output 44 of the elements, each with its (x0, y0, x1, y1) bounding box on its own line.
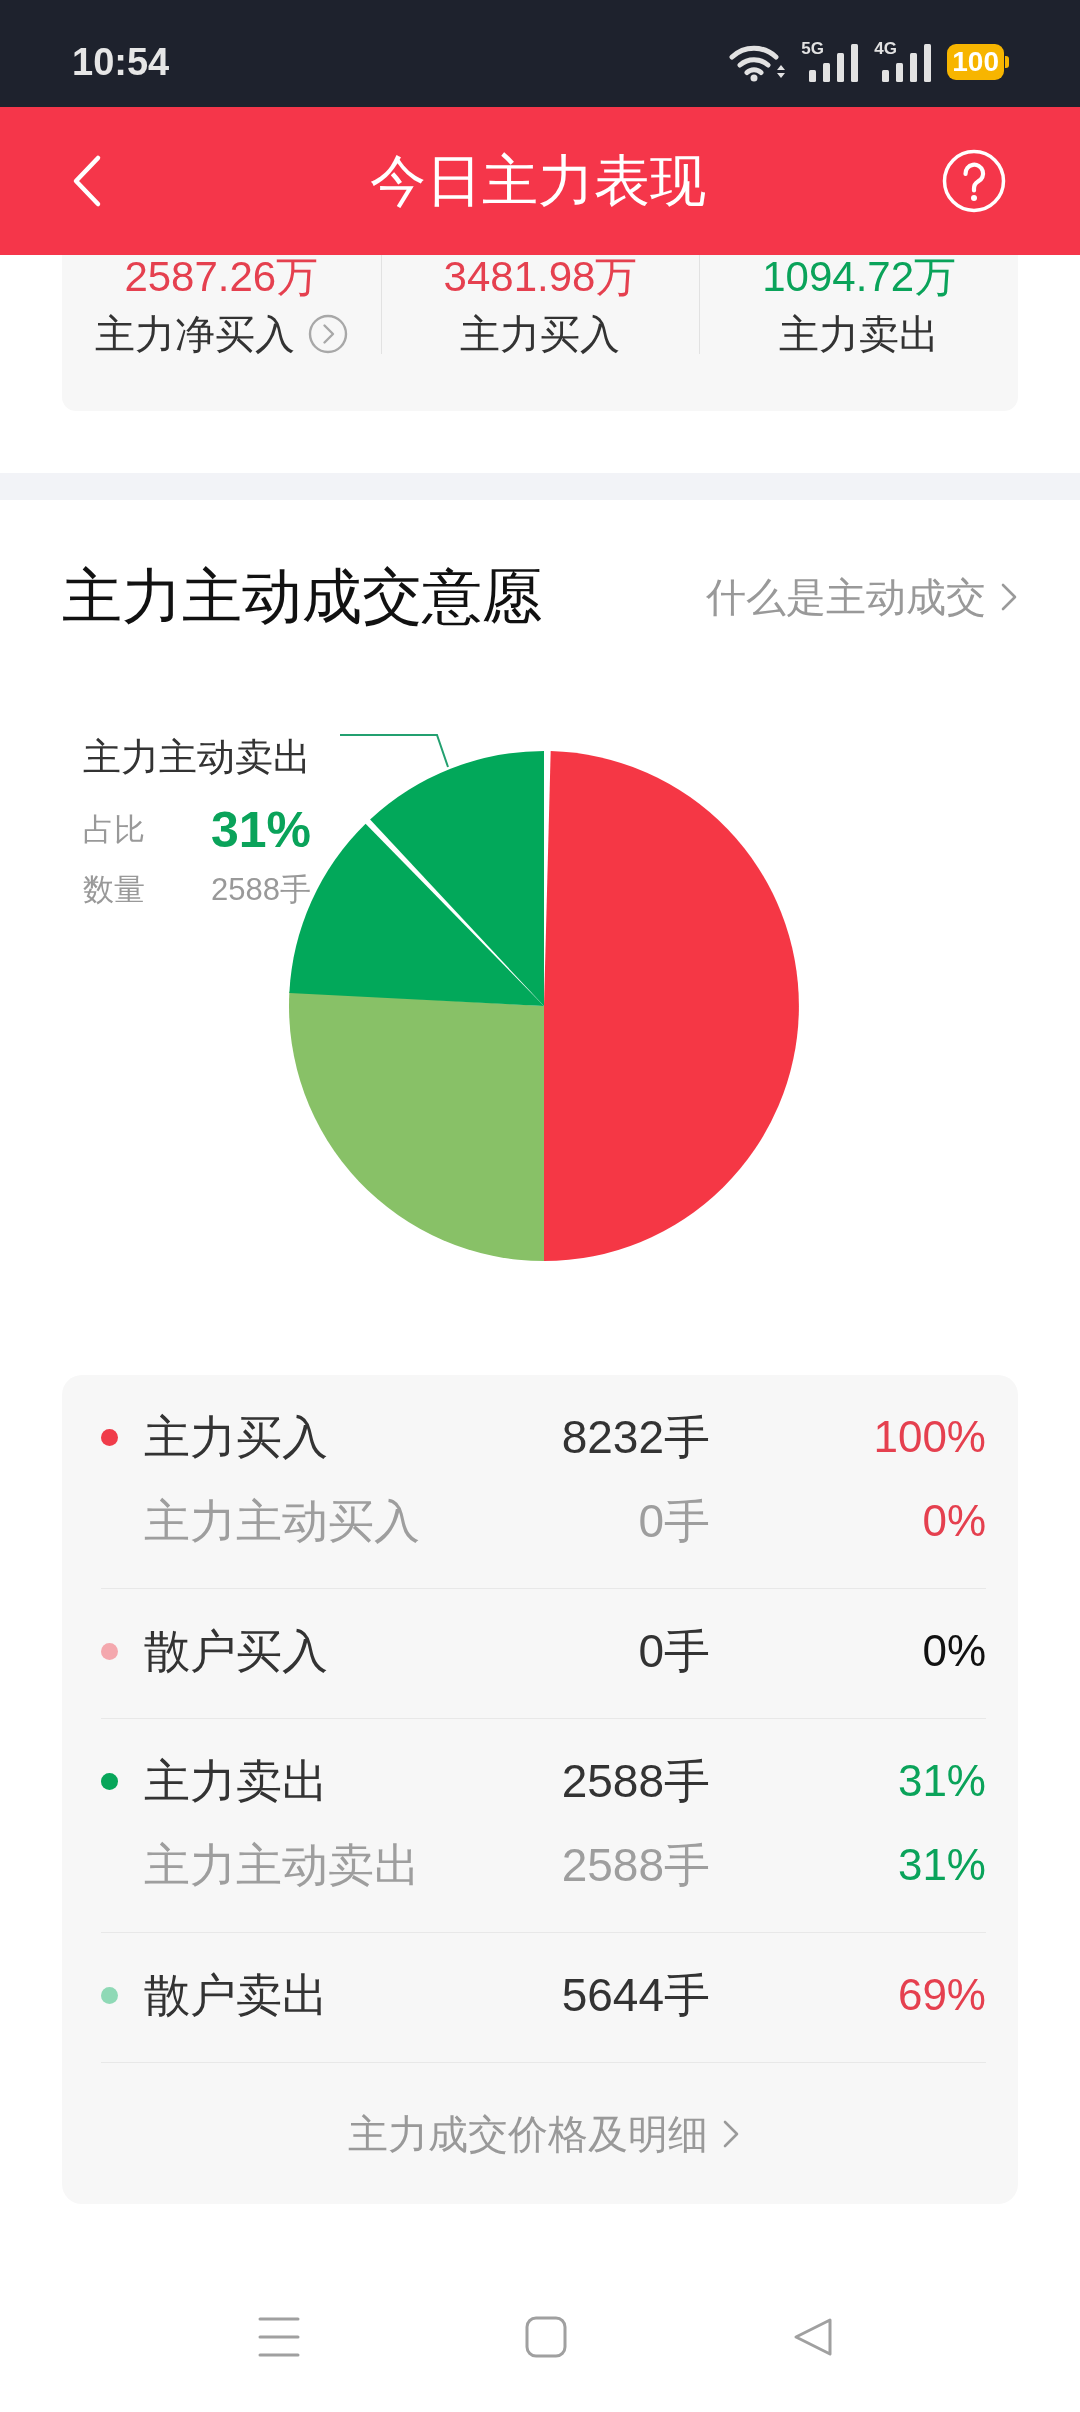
row-label: 散户买入 (144, 1624, 329, 1679)
percent-value: 0% (922, 1495, 986, 1547)
row-label: 散户卖出 (144, 1968, 329, 2023)
explanation-link[interactable]: 什么是主动成交 (706, 574, 1018, 620)
section-title: 主力主动成交意愿 (62, 567, 542, 627)
share-value: 31% (210, 802, 311, 858)
row-label: 主力卖出 (144, 1754, 329, 1809)
percent-value: 69% (897, 1969, 986, 2021)
battery-indicator: 100 (947, 43, 1009, 80)
menu-icon[interactable] (258, 2316, 300, 2358)
amount-label: 数量 (83, 871, 146, 909)
network-type-label: 4G (874, 38, 897, 58)
volume-value: 5644手 (561, 1968, 710, 2023)
percent-value: 0% (922, 1625, 986, 1677)
chevron-right-icon[interactable] (721, 2118, 740, 2149)
percent-value: 100% (873, 1411, 986, 1463)
page-title: 今日主力表现 (370, 149, 706, 213)
row-label: 主力主动卖出 (144, 1838, 421, 1893)
clock-time: 10:54 (72, 41, 170, 82)
chevron-circle-icon[interactable] (307, 314, 348, 354)
chevron-right-icon[interactable] (1000, 582, 1018, 612)
network-type-label: 5G (801, 38, 824, 58)
percent-value: 31% (897, 1839, 986, 1891)
amount-value: 3481.98万 (443, 257, 638, 297)
help-icon[interactable] (942, 149, 1006, 213)
row-label: 主力主动买入 (144, 1494, 421, 1549)
amount-value: 2587.26万 (124, 257, 319, 297)
metric-label: 主力买入 (460, 314, 621, 354)
share-label: 占比 (83, 811, 146, 849)
row-label: 主力买入 (144, 1410, 329, 1465)
metric-label: 主力净买入 (94, 314, 295, 354)
amount-value: 2588手 (211, 871, 311, 909)
amount-value: 1094.72万 (762, 257, 957, 297)
volume-value: 8232手 (561, 1410, 710, 1465)
callout-title: 主力主动卖出 (83, 735, 311, 780)
square-icon[interactable] (525, 2316, 567, 2358)
metric-label: 主力卖出 (779, 314, 940, 354)
details-link[interactable]: 主力成交价格及明细 (347, 2110, 740, 2157)
volume-value: 0手 (638, 1624, 710, 1679)
volume-value: 0手 (638, 1494, 710, 1549)
volume-value: 2588手 (561, 1838, 710, 1893)
triangle-icon[interactable] (792, 2316, 834, 2358)
volume-value: 2588手 (561, 1754, 710, 1809)
percent-value: 31% (897, 1755, 986, 1807)
